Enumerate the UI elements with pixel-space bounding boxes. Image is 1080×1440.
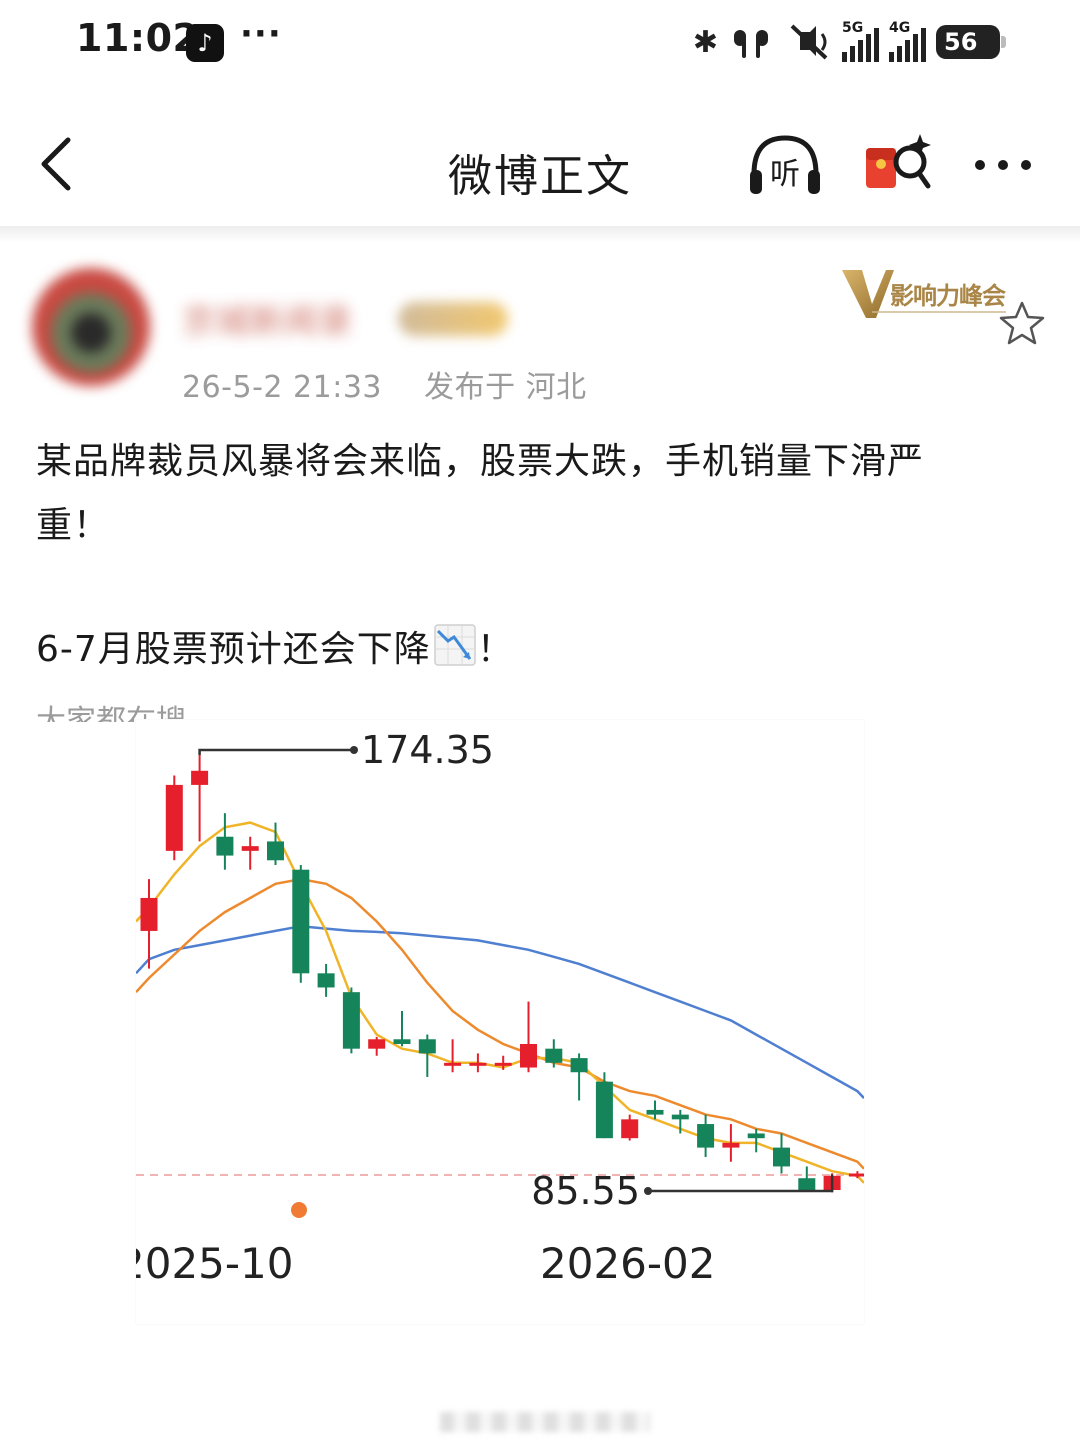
candle-body — [545, 1048, 563, 1063]
candle-body — [342, 992, 360, 1049]
more-notifications-indicator: ··· — [240, 14, 282, 54]
candle-body — [595, 1081, 613, 1139]
candle-8 — [342, 987, 360, 1054]
candle-body — [747, 1133, 765, 1139]
post-text-line-1: 某品牌裁员风暴将会来临，股票大跌，手机销量下滑严 — [36, 441, 925, 482]
page-header: 微博正文 听 — [0, 110, 1080, 220]
candle-body — [773, 1147, 790, 1167]
candle-body — [267, 841, 284, 861]
candle-3 — [216, 813, 234, 870]
high-callout-line — [198, 748, 354, 755]
low-callout-dot — [644, 1187, 652, 1195]
candle-body — [798, 1178, 816, 1190]
trending-search-hint[interactable]: 大家都在搜 — [36, 702, 186, 722]
candle-28 — [848, 1171, 864, 1179]
bluetooth-icon: ✱ — [692, 24, 718, 60]
candle-10 — [393, 1011, 411, 1047]
mute-icon — [790, 24, 828, 60]
blurred-footer-text — [440, 1412, 650, 1432]
candle-4 — [241, 836, 259, 870]
candle-body — [646, 1109, 664, 1115]
post-location: 发布于 河北 — [424, 370, 587, 405]
candle-9 — [368, 1036, 386, 1056]
candlestick-chart: 174.35 85.55 2025-10 2026-02 — [136, 728, 864, 1288]
candle-body — [241, 846, 259, 851]
post-text-line-3: 6-7月股票预计还会下降 ！ — [36, 620, 514, 672]
high-callout-dot — [350, 746, 358, 754]
chart-decreasing-emoji-icon — [434, 624, 476, 666]
candle-body — [570, 1058, 588, 1073]
app-screen: 11:02 ♪ ··· ✱ 5G 4G 56 微博正文 听 京城新闻录 26-5… — [0, 0, 1080, 1440]
status-icons: ✱ 5G 4G 56 — [692, 20, 1006, 64]
post-time: 26-5-2 21:33 — [182, 370, 382, 405]
candle-14 — [494, 1055, 512, 1070]
x-tick-label-1: 2026-02 — [540, 1239, 716, 1288]
avatar[interactable] — [32, 268, 150, 386]
status-time: 11:02 — [76, 16, 200, 60]
x-tick-label-0: 2025-10 — [136, 1239, 294, 1288]
signal-4g-icon: 4G — [889, 20, 926, 62]
candle-12 — [444, 1039, 462, 1073]
candle-body — [317, 973, 335, 988]
battery-icon: 56 — [936, 25, 1006, 59]
candle-body — [469, 1062, 487, 1066]
candle-7 — [317, 963, 335, 997]
low-price-label: 85.55 — [531, 1169, 640, 1213]
candle-body — [418, 1039, 436, 1054]
candle-1 — [165, 775, 183, 861]
candle-0 — [140, 879, 158, 969]
candle-body — [848, 1173, 864, 1177]
post-text-line-2: 重！ — [36, 505, 111, 546]
candle-17 — [570, 1053, 588, 1101]
signal-5g-icon: 5G — [842, 20, 879, 62]
post-text-line-3-main: 6-7月股票预计还会下降 — [36, 629, 431, 670]
candle-body — [520, 1043, 537, 1068]
candle-13 — [469, 1053, 487, 1073]
candle-body — [444, 1062, 462, 1066]
candle-body — [368, 1039, 386, 1049]
earbuds-icon — [734, 30, 768, 58]
headphones-listen-icon[interactable]: 听 — [746, 130, 824, 200]
candle-body — [393, 1039, 411, 1044]
candle-body — [494, 1062, 512, 1066]
influence-badge-label: 影响力峰会 — [890, 282, 1006, 310]
candle-2 — [191, 755, 209, 842]
candles — [140, 755, 864, 1193]
candle-body — [165, 784, 183, 851]
candle-body — [292, 869, 310, 974]
post-text-line-3-end: ！ — [476, 629, 514, 670]
moving-average-lines — [136, 821, 864, 1184]
candle-body — [671, 1114, 689, 1120]
red-packet-search-icon[interactable] — [862, 130, 934, 202]
username[interactable]: 京城新闻录 — [182, 294, 352, 343]
candle-18 — [595, 1072, 613, 1139]
candle-19 — [621, 1114, 639, 1141]
more-menu-icon[interactable] — [972, 140, 1034, 190]
candle-body — [216, 836, 234, 856]
candle-22 — [697, 1114, 715, 1158]
candle-25 — [773, 1133, 790, 1174]
candle-15 — [520, 1001, 537, 1073]
post-meta: 26-5-2 21:33 发布于 河北 — [182, 362, 587, 406]
ma-long-line — [136, 924, 864, 1099]
header-divider — [0, 226, 1080, 242]
tiktok-notification-icon: ♪ — [186, 24, 224, 62]
star-favorite-icon[interactable] — [998, 300, 1046, 346]
orange-marker-dot — [291, 1202, 307, 1218]
candle-body — [140, 897, 158, 931]
stock-chart-image[interactable]: 174.35 85.55 2025-10 2026-02 — [136, 720, 864, 1324]
candle-body — [697, 1124, 715, 1148]
status-bar: 11:02 ♪ ··· ✱ 5G 4G 56 — [0, 0, 1080, 90]
ma-mid-line — [136, 877, 864, 1170]
candle-6 — [292, 864, 310, 983]
user-badge — [398, 302, 508, 336]
high-price-label: 174.35 — [361, 728, 494, 772]
candle-body — [621, 1119, 639, 1139]
candle-26 — [798, 1166, 816, 1190]
listen-label: 听 — [770, 157, 800, 192]
candle-24 — [747, 1128, 765, 1153]
candle-body — [722, 1142, 740, 1148]
candle-body — [191, 770, 209, 785]
